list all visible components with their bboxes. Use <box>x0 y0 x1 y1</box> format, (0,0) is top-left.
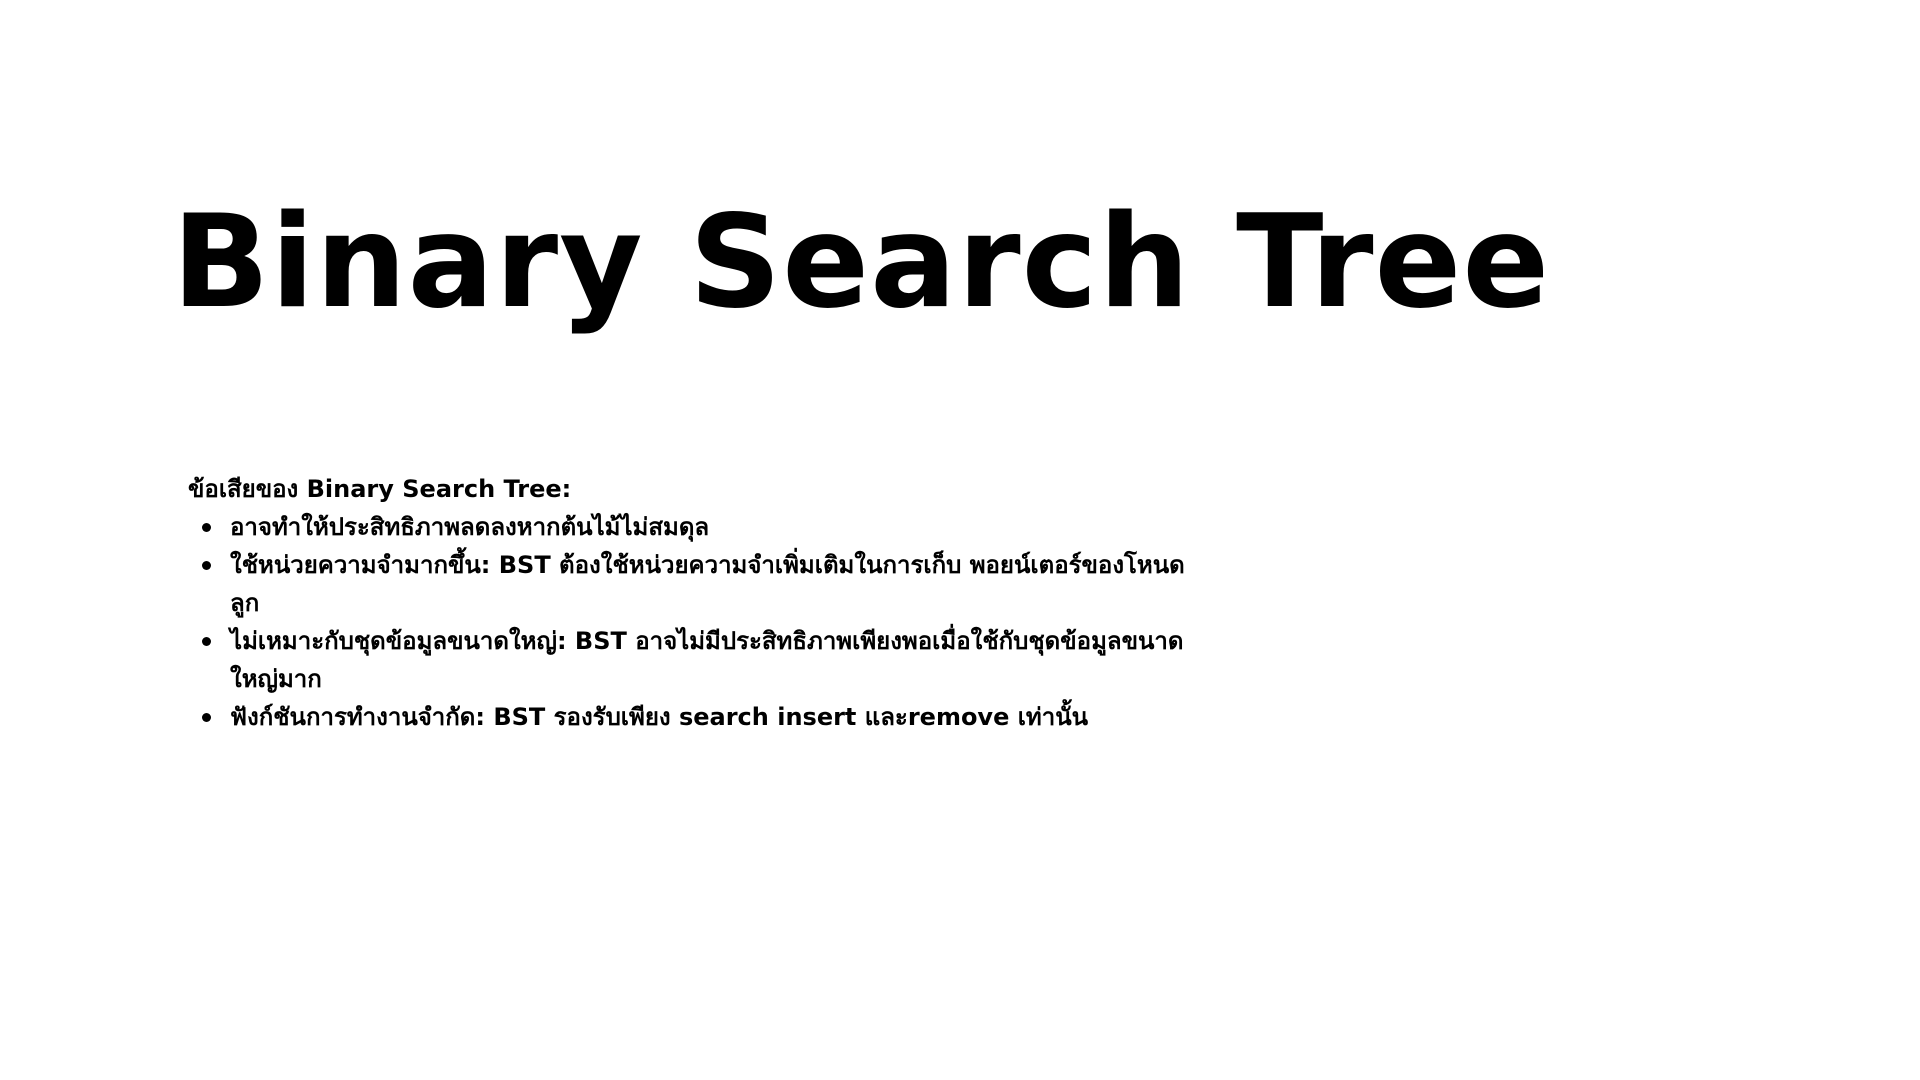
list-item: ฟังก์ชันการทำงานจำกัด: BST รองรับเพียง s… <box>202 698 1188 736</box>
list-item: อาจทำให้ประสิทธิภาพลดลงหากต้นไม้ไม่สมดุล <box>202 508 1188 546</box>
list-item-text: ฟังก์ชันการทำงานจำกัด: BST รองรับเพียง s… <box>230 703 1089 731</box>
list-item-text: ใช้หน่วยความจำมากขึ้น: BST ต้องใช้หน่วยค… <box>230 551 1185 617</box>
list-item-text: อาจทำให้ประสิทธิภาพลดลงหากต้นไม้ไม่สมดุล <box>230 513 710 541</box>
bullet-list: อาจทำให้ประสิทธิภาพลดลงหากต้นไม้ไม่สมดุล… <box>188 508 1188 736</box>
list-item-text: ไม่เหมาะกับชุดข้อมูลขนาดใหญ่: BST อาจไม่… <box>230 627 1184 693</box>
bullet-icon <box>202 637 211 646</box>
list-item: ใช้หน่วยความจำมากขึ้น: BST ต้องใช้หน่วยค… <box>202 546 1188 622</box>
slide: Binary Search Tree ข้อเสียของ Binary Sea… <box>0 0 1920 1080</box>
slide-title: Binary Search Tree <box>172 188 1551 337</box>
intro-text: ข้อเสียของ Binary Search Tree: <box>188 475 572 503</box>
bullet-icon <box>202 523 211 532</box>
bullet-icon <box>202 561 211 570</box>
bullet-icon <box>202 713 211 722</box>
slide-body: ข้อเสียของ Binary Search Tree: อาจทำให้ป… <box>188 470 1188 736</box>
list-item: ไม่เหมาะกับชุดข้อมูลขนาดใหญ่: BST อาจไม่… <box>202 622 1188 698</box>
